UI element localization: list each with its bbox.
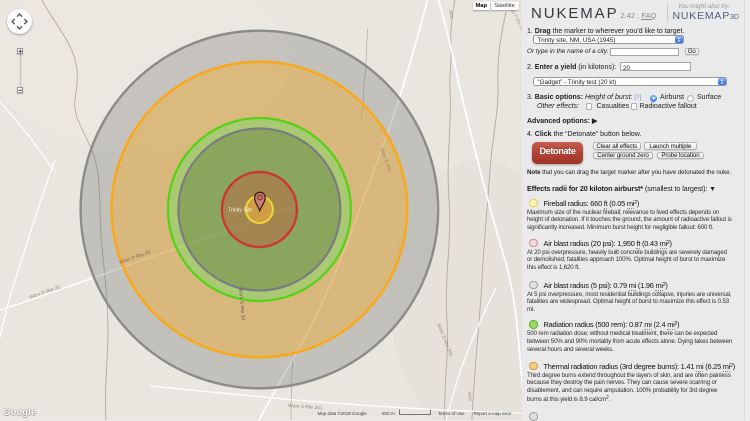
svg-text:4500: 4500 <box>467 392 473 402</box>
svg-text:Trinity Site: Trinity Site <box>228 208 252 214</box>
